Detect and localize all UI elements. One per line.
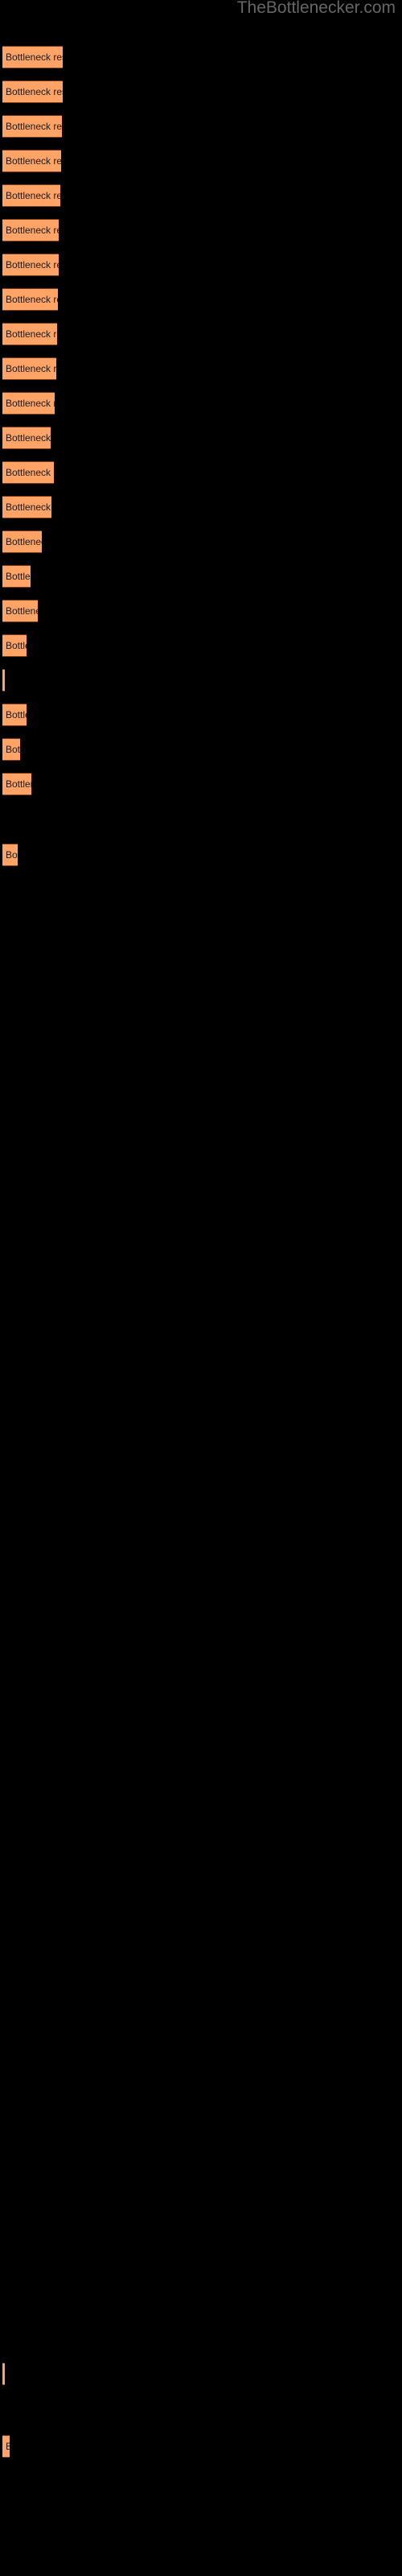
- bar-label: Bottleneck result: [6, 744, 20, 755]
- bar-row: Bottleneck result: [0, 184, 402, 219]
- bar-14[interactable]: Bottleneck result: [2, 496, 51, 518]
- bar-label: Bottleneck result: [6, 2441, 10, 2452]
- bar-3[interactable]: Bottleneck result: [2, 115, 62, 138]
- bar-label: Bottleneck result: [6, 190, 60, 201]
- bar-21[interactable]: Bottleneck result: [2, 738, 20, 761]
- bar-22[interactable]: Bottleneck result: [2, 773, 31, 795]
- bar-4[interactable]: Bottleneck result: [2, 150, 61, 172]
- bar-label: Bottleneck result: [6, 571, 31, 582]
- bar-row: Bottleneck result: [0, 496, 402, 530]
- bar-label: Bottleneck result: [6, 432, 51, 444]
- bar-5[interactable]: Bottleneck result: [2, 184, 60, 207]
- bar-label: Bottleneck result: [6, 328, 57, 340]
- bar-23[interactable]: Bottleneck result: [2, 844, 18, 866]
- bar-row: Bottleneck result: [0, 323, 402, 357]
- bar-9[interactable]: Bottleneck result: [2, 323, 57, 345]
- bar-15[interactable]: Bottleneck result: [2, 530, 42, 553]
- bar-10[interactable]: Bottleneck result: [2, 357, 56, 380]
- bar-label: Bottleneck result: [6, 849, 18, 861]
- plot-area: Bottleneck result Bottleneck result Bottle…: [0, 0, 402, 2576]
- bar-11[interactable]: Bottleneck result: [2, 392, 55, 415]
- bar-row: Bottleneck result: [0, 46, 402, 80]
- bar-24[interactable]: Bottleneck result: [2, 2363, 5, 2385]
- bar-row: Bottleneck result: [0, 565, 402, 600]
- bar-19[interactable]: Bottleneck result: [2, 669, 5, 691]
- bottleneck-bar-chart: TheBottlenecker.com Bottleneck resultBot…: [0, 0, 402, 2576]
- bar-row: Bottleneck result: [0, 704, 402, 738]
- bar-label: Bottleneck result: [6, 225, 59, 236]
- bar-row: Bottleneck result: [0, 634, 402, 669]
- bar-label: Bottleneck result: [6, 502, 51, 513]
- bar-8[interactable]: Bottleneck result: [2, 288, 58, 311]
- bar-row: Bottleneck result: [0, 669, 402, 704]
- bar-label: Bottleneck result: [6, 86, 63, 97]
- bar-6[interactable]: Bottleneck result: [2, 219, 59, 242]
- bar-16[interactable]: Bottleneck result: [2, 565, 31, 588]
- bar-row: Bottleneck result: [0, 600, 402, 634]
- bar-row: Bottleneck result: [0, 357, 402, 392]
- bar-17[interactable]: Bottleneck result: [2, 600, 38, 622]
- bar-row: Bottleneck result: [0, 219, 402, 254]
- bar-20[interactable]: Bottleneck result: [2, 704, 27, 726]
- bar-label: Bottleneck result: [6, 640, 27, 651]
- bar-row: Bottleneck result: [0, 738, 402, 773]
- bar-25[interactable]: Bottleneck result: [2, 2435, 10, 2458]
- bar-row: Bottleneck result: [0, 254, 402, 288]
- bar-label: Bottleneck result: [6, 398, 55, 409]
- bar-label: Bottleneck result: [6, 536, 42, 547]
- bar-row: Bottleneck result: [0, 150, 402, 184]
- bar-label: Bottleneck result: [6, 259, 59, 270]
- bar-row: Bottleneck result: [0, 115, 402, 150]
- bar-label: Bottleneck result: [6, 363, 56, 374]
- bar-label: Bottleneck result: [6, 467, 54, 478]
- bar-label: Bottleneck result: [6, 294, 58, 305]
- bar-label: Bottleneck result: [6, 709, 27, 720]
- bar-12[interactable]: Bottleneck result: [2, 427, 51, 449]
- bar-13[interactable]: Bottleneck result: [2, 461, 54, 484]
- bar-row: Bottleneck result: [0, 773, 402, 807]
- bar-row: Bottleneck result: [0, 2363, 402, 2397]
- bar-row: Bottleneck result: [0, 80, 402, 115]
- bar-label: Bottleneck result: [6, 155, 61, 167]
- bar-label: Bottleneck result: [6, 121, 62, 132]
- bar-row: Bottleneck result: [0, 2435, 402, 2470]
- bar-label: Bottleneck result: [6, 778, 31, 790]
- bar-row: Bottleneck result: [0, 530, 402, 565]
- bar-2[interactable]: Bottleneck result: [2, 80, 63, 103]
- bar-label: Bottleneck result: [6, 52, 63, 63]
- bar-7[interactable]: Bottleneck result: [2, 254, 59, 276]
- bar-row: Bottleneck result: [0, 461, 402, 496]
- bar-row: Bottleneck result: [0, 427, 402, 461]
- bar-18[interactable]: Bottleneck result: [2, 634, 27, 657]
- bar-row: Bottleneck result: [0, 392, 402, 427]
- bar-row: Bottleneck result: [0, 288, 402, 323]
- bar-row: Bottleneck result: [0, 844, 402, 878]
- bar-1[interactable]: Bottleneck result: [2, 46, 63, 68]
- bar-label: Bottleneck result: [6, 605, 38, 617]
